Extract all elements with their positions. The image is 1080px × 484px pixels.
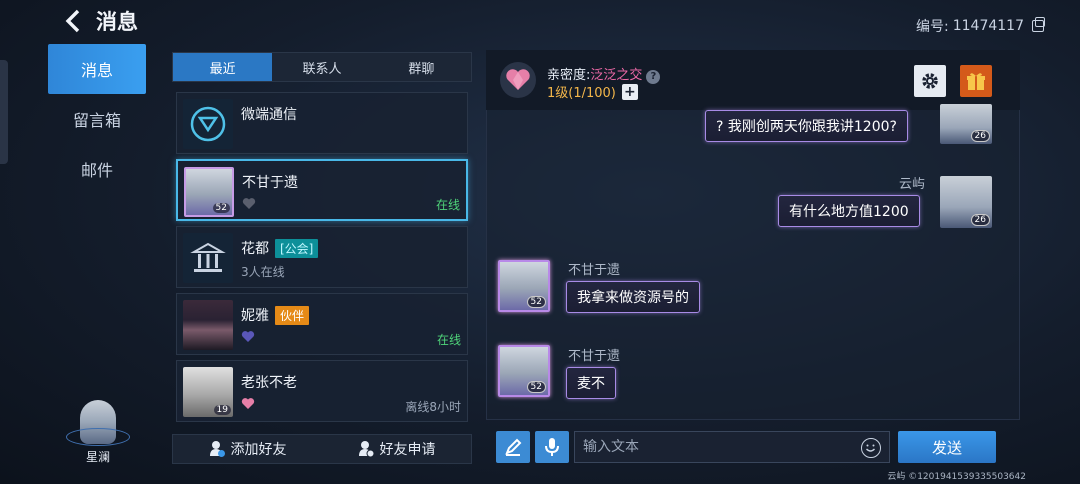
avatar[interactable]: 52 [498, 260, 550, 312]
sender-name: 云屿 [898, 177, 925, 192]
chevron-left-icon [65, 9, 80, 33]
list-item[interactable]: 19 老张不老 离线8小时 [176, 360, 468, 422]
add-friend-button[interactable]: 添加好友 [173, 435, 322, 463]
side-nav: 消息 留言箱 邮件 [48, 44, 146, 194]
back-button[interactable] [58, 6, 88, 36]
contact-name: 老张不老 [241, 375, 297, 391]
emoji-icon[interactable] [861, 438, 881, 458]
status-badge: 在线 [435, 198, 460, 212]
help-icon[interactable]: ? [646, 70, 661, 84]
list-item[interactable]: 花都 [公会] 3人在线 [176, 226, 468, 288]
tab-recent[interactable]: 最近 [173, 53, 273, 81]
list-item[interactable]: 52 不甘于遗 在线 [176, 159, 468, 221]
partner-tag: 伙伴 [275, 305, 310, 325]
side-nav-message-box[interactable]: 留言箱 [48, 94, 146, 144]
list-item[interactable]: 妮雅 伙伴 在线 [176, 293, 468, 355]
message-bubble: 我拿来做资源号的 [566, 281, 700, 313]
avatar[interactable]: 52 [498, 345, 550, 397]
copy-icon[interactable] [1032, 17, 1045, 32]
avatar: 26 [940, 176, 992, 228]
contact-name: 花都 [公会] [241, 238, 319, 258]
left-edge-tab [0, 60, 8, 164]
contact-list: 微端通信 52 不甘于遗 在线 花都 [公会] 3人在线 妮雅 伙伴 在线 19… [176, 92, 468, 427]
send-button[interactable]: 发送 [898, 431, 996, 463]
heart-icon [241, 397, 255, 413]
message-input[interactable] [575, 439, 845, 455]
message-bubble: 麦不 [566, 367, 616, 399]
add-user-icon [209, 441, 225, 457]
side-nav-messages[interactable]: 消息 [48, 44, 146, 94]
sender-name: 不甘于遗 [568, 263, 621, 278]
avatar: 52 [184, 167, 234, 217]
friend-request-icon [358, 441, 374, 458]
list-item[interactable]: 微端通信 [176, 92, 468, 154]
avatar [183, 300, 233, 350]
player-id-label: 编号: [916, 19, 949, 35]
heart-icon [241, 330, 255, 346]
side-nav-mail[interactable]: 邮件 [48, 144, 146, 194]
message-input-field [574, 431, 890, 463]
heart-icon [242, 197, 256, 213]
add-intimacy-button[interactable]: + [621, 83, 638, 100]
contact-tabs: 最近 联系人 群聊 [172, 52, 472, 82]
intimacy-value: 泛泛之交 [590, 68, 643, 83]
contact-name: 不甘于遗 [242, 175, 298, 191]
status-badge: 离线8小时 [405, 400, 461, 414]
contact-name: 妮雅 伙伴 [241, 305, 310, 325]
friend-request-button[interactable]: 好友申请 [322, 435, 471, 463]
message-bubble: ? 我刚创两天你跟我讲1200? [705, 110, 908, 142]
settings-button[interactable] [914, 65, 946, 97]
emote-button[interactable] [496, 431, 530, 463]
intimacy-level: 1级(1/100) + [547, 82, 638, 101]
player-id: 编号: 11474117 [916, 16, 1045, 36]
page-title: 消息 [96, 10, 138, 34]
pen-icon [505, 438, 522, 456]
microphone-icon [545, 438, 559, 456]
tab-group-chat[interactable]: 群聊 [372, 53, 471, 81]
gear-icon [922, 73, 938, 89]
current-user-name: 星澜 [85, 450, 110, 464]
message-bubble: 有什么地方值1200 [778, 195, 920, 227]
guild-tag: [公会] [275, 238, 319, 258]
tab-contacts[interactable]: 联系人 [272, 53, 371, 81]
player-id-value: 11474117 [952, 18, 1024, 34]
intimacy-heart-icon [500, 62, 536, 98]
avatar: 19 [183, 367, 233, 417]
avatar [66, 400, 130, 446]
status-badge: 在线 [436, 333, 461, 347]
gift-icon [967, 73, 985, 90]
voice-button[interactable] [535, 431, 569, 463]
online-count: 3人在线 [241, 265, 285, 279]
terminal-icon [183, 99, 233, 149]
current-user[interactable]: 星澜 [66, 400, 130, 465]
footer-id: 云屿 ©1201941539335503642 [887, 472, 1026, 482]
sender-name: 不甘于遗 [568, 349, 621, 364]
guild-icon [183, 233, 233, 283]
contact-actions: 添加好友 好友申请 [172, 434, 472, 464]
avatar: 26 [940, 104, 992, 144]
contact-name: 微端通信 [241, 107, 297, 123]
gift-button[interactable] [960, 65, 992, 97]
intimacy-row: 亲密度:泛泛之交? [547, 64, 661, 84]
